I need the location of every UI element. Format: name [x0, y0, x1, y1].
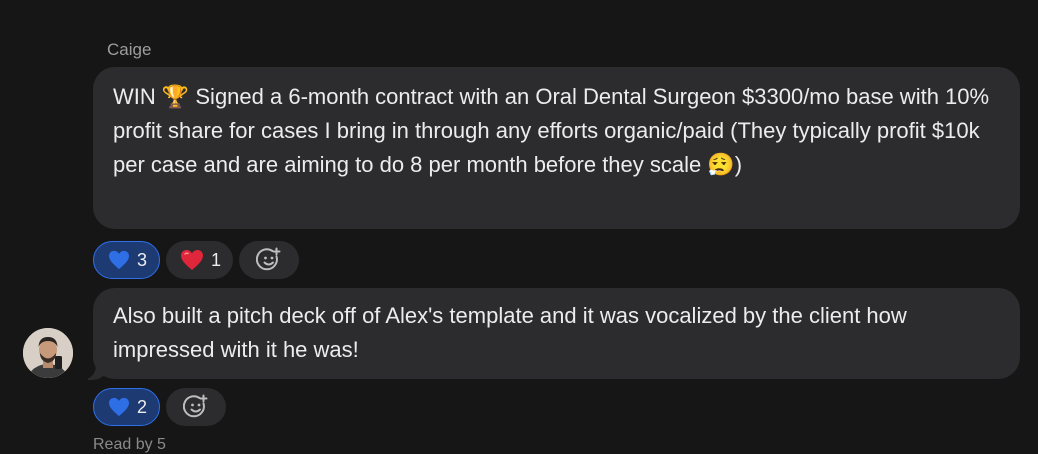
add-reaction-button[interactable] — [239, 241, 300, 279]
reaction-red-heart[interactable]: 1 — [166, 241, 234, 279]
avatar[interactable] — [23, 328, 73, 378]
red-heart-icon — [180, 249, 204, 271]
reaction-blue-heart[interactable]: 3 — [93, 241, 161, 279]
message-text: Also built a pitch deck off of Alex's te… — [113, 303, 907, 362]
read-receipt-cutoff: Read by 5 — [93, 436, 166, 453]
reaction-count: 3 — [137, 249, 148, 270]
sender-name: Caige — [107, 40, 152, 59]
reaction-bar: 3 1 — [93, 241, 300, 279]
blue-heart-icon — [108, 250, 130, 270]
add-emoji-icon — [183, 394, 209, 420]
message-text: WIN 🏆 Signed a 6-month contract with an … — [113, 84, 990, 177]
message-bubble[interactable]: WIN 🏆 Signed a 6-month contract with an … — [93, 67, 1020, 229]
reaction-count: 2 — [137, 396, 148, 417]
blue-heart-icon — [108, 397, 130, 417]
add-emoji-icon — [256, 247, 282, 273]
add-reaction-button[interactable] — [166, 388, 227, 426]
reaction-blue-heart[interactable]: 2 — [93, 388, 161, 426]
reaction-count: 1 — [211, 249, 222, 270]
reaction-bar: 2 — [93, 388, 227, 426]
message-bubble[interactable]: Also built a pitch deck off of Alex's te… — [93, 288, 1020, 379]
avatar-photo-icon — [23, 328, 73, 378]
